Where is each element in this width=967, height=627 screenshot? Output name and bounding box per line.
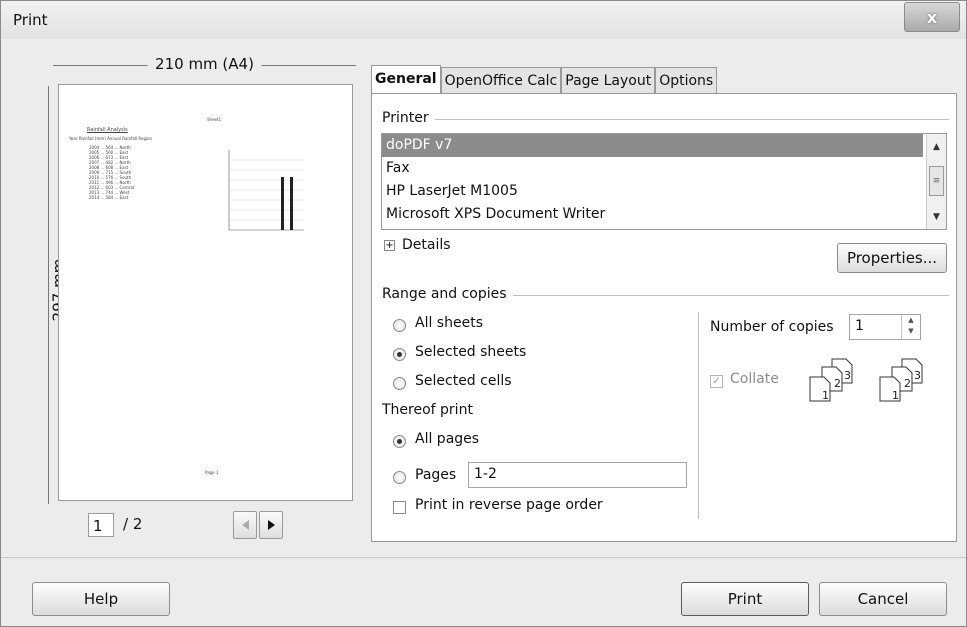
tab-options[interactable]: Options bbox=[655, 67, 718, 94]
all-pages-label[interactable]: All pages bbox=[415, 431, 479, 447]
triangle-right-icon bbox=[267, 520, 275, 530]
tab-openoffice-calc[interactable]: OpenOffice Calc bbox=[440, 67, 562, 94]
preview-footer: Page 1 bbox=[205, 470, 219, 475]
pages-input[interactable]: 1-2 bbox=[468, 462, 687, 488]
printer-item[interactable]: Fax bbox=[382, 157, 946, 180]
scroll-thumb[interactable]: ≡ bbox=[929, 166, 944, 196]
pages-radio[interactable] bbox=[393, 471, 406, 484]
collated-pages-icon: 3 2 1 bbox=[809, 358, 853, 402]
printer-item[interactable]: doPDF v7 bbox=[382, 134, 923, 157]
printer-item[interactable]: HP LaserJet M1005 bbox=[382, 180, 946, 203]
title-bar: Print x bbox=[1, 1, 966, 39]
spin-up-icon[interactable]: ▲ bbox=[902, 315, 920, 326]
details-expander-label[interactable]: Details bbox=[402, 237, 451, 253]
triangle-left-icon bbox=[241, 520, 249, 530]
all-pages-radio[interactable] bbox=[393, 435, 406, 448]
printer-item[interactable]: Microsoft XPS Document Writer bbox=[382, 203, 946, 226]
printer-section-label: Printer bbox=[382, 110, 435, 126]
svg-text:2: 2 bbox=[834, 377, 841, 390]
collate-label[interactable]: Collate bbox=[730, 371, 779, 387]
spin-down-icon[interactable]: ▼ bbox=[902, 326, 920, 337]
tab-bar: General OpenOffice Calc Page Layout Opti… bbox=[371, 65, 718, 94]
copies-separator bbox=[698, 312, 699, 519]
page-number-input[interactable]: 1 bbox=[88, 513, 114, 537]
printer-list[interactable]: doPDF v7 Fax HP LaserJet M1005 Microsoft… bbox=[381, 133, 947, 230]
svg-text:3: 3 bbox=[914, 369, 921, 382]
pages-label[interactable]: Pages bbox=[415, 467, 456, 483]
reverse-order-label[interactable]: Print in reverse page order bbox=[415, 497, 603, 513]
help-button[interactable]: Help bbox=[32, 582, 170, 616]
printer-section-rule bbox=[385, 119, 949, 120]
up-arrow-icon[interactable]: ▲ bbox=[927, 138, 946, 156]
number-of-copies-label: Number of copies bbox=[710, 319, 834, 335]
selected-cells-radio[interactable] bbox=[393, 377, 406, 390]
cancel-button[interactable]: Cancel bbox=[819, 582, 947, 616]
page-height-dimension: 297 mm bbox=[41, 86, 68, 504]
preview-header: Year Rainfall (mm) Annual Rainfall Regio… bbox=[69, 136, 153, 141]
reverse-order-checkbox[interactable] bbox=[393, 501, 406, 514]
thereof-print-label: Thereof print bbox=[382, 402, 473, 418]
all-sheets-radio[interactable] bbox=[393, 319, 406, 332]
preview-sheet-label: Sheet1 bbox=[207, 117, 222, 122]
properties-button[interactable]: Properties... bbox=[837, 243, 947, 273]
copies-spinner[interactable]: ▲ ▼ bbox=[901, 315, 920, 339]
close-button[interactable]: x bbox=[904, 2, 960, 32]
print-button[interactable]: Print bbox=[681, 582, 809, 616]
uncollated-pages-icon: 3 2 1 bbox=[879, 358, 923, 402]
svg-text:1: 1 bbox=[892, 389, 899, 402]
window-title: Print bbox=[13, 11, 48, 29]
down-arrow-icon[interactable]: ▼ bbox=[927, 208, 946, 226]
next-page-button[interactable] bbox=[259, 511, 283, 539]
preview-rows: 2004 ... 564 ... North 2005 ... 560 ... … bbox=[89, 145, 135, 200]
print-dialog: Print x 210 mm (A4) 297 mm Sheet1 Rainfa… bbox=[0, 0, 967, 627]
button-row-separator bbox=[1, 557, 966, 558]
selected-cells-label[interactable]: Selected cells bbox=[415, 373, 512, 389]
plus-box-icon[interactable]: + bbox=[384, 240, 395, 251]
preview-mini-chart bbox=[228, 150, 304, 231]
close-icon: x bbox=[926, 7, 938, 27]
svg-text:1: 1 bbox=[822, 389, 829, 402]
printer-list-scrollbar[interactable]: ▲ ≡ ▼ bbox=[926, 134, 946, 229]
selected-sheets-label[interactable]: Selected sheets bbox=[415, 344, 526, 360]
collate-checkbox[interactable]: ✓ bbox=[710, 375, 723, 388]
print-preview-page: Sheet1 Rainfall Analysis Year Rainfall (… bbox=[58, 84, 353, 501]
page-width-dimension: 210 mm (A4) bbox=[53, 55, 356, 73]
selected-sheets-radio[interactable] bbox=[393, 348, 406, 361]
range-section-label: Range and copies bbox=[382, 286, 513, 302]
prev-page-button[interactable] bbox=[233, 511, 257, 539]
page-width-label: 210 mm (A4) bbox=[147, 55, 262, 73]
page-total-label: / 2 bbox=[123, 515, 143, 533]
tab-general[interactable]: General bbox=[371, 65, 441, 94]
preview-title: Rainfall Analysis bbox=[87, 127, 128, 133]
svg-text:3: 3 bbox=[844, 369, 851, 382]
all-sheets-label[interactable]: All sheets bbox=[415, 315, 483, 331]
tab-page-layout[interactable]: Page Layout bbox=[561, 67, 656, 94]
svg-text:2: 2 bbox=[904, 377, 911, 390]
